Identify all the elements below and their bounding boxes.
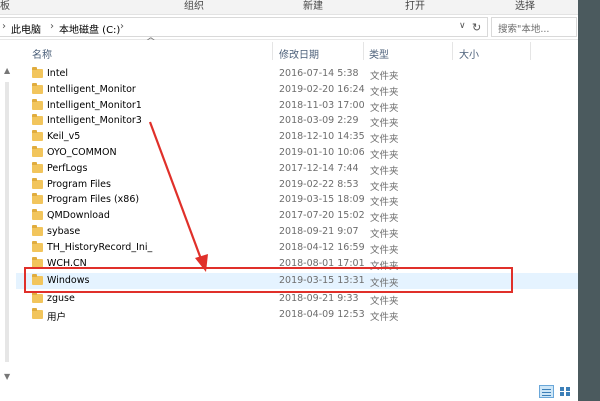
large-icons-view-button[interactable] xyxy=(558,385,573,398)
annotation-arrow xyxy=(148,121,208,272)
details-view-button[interactable] xyxy=(539,385,554,398)
window-edge xyxy=(578,0,600,401)
